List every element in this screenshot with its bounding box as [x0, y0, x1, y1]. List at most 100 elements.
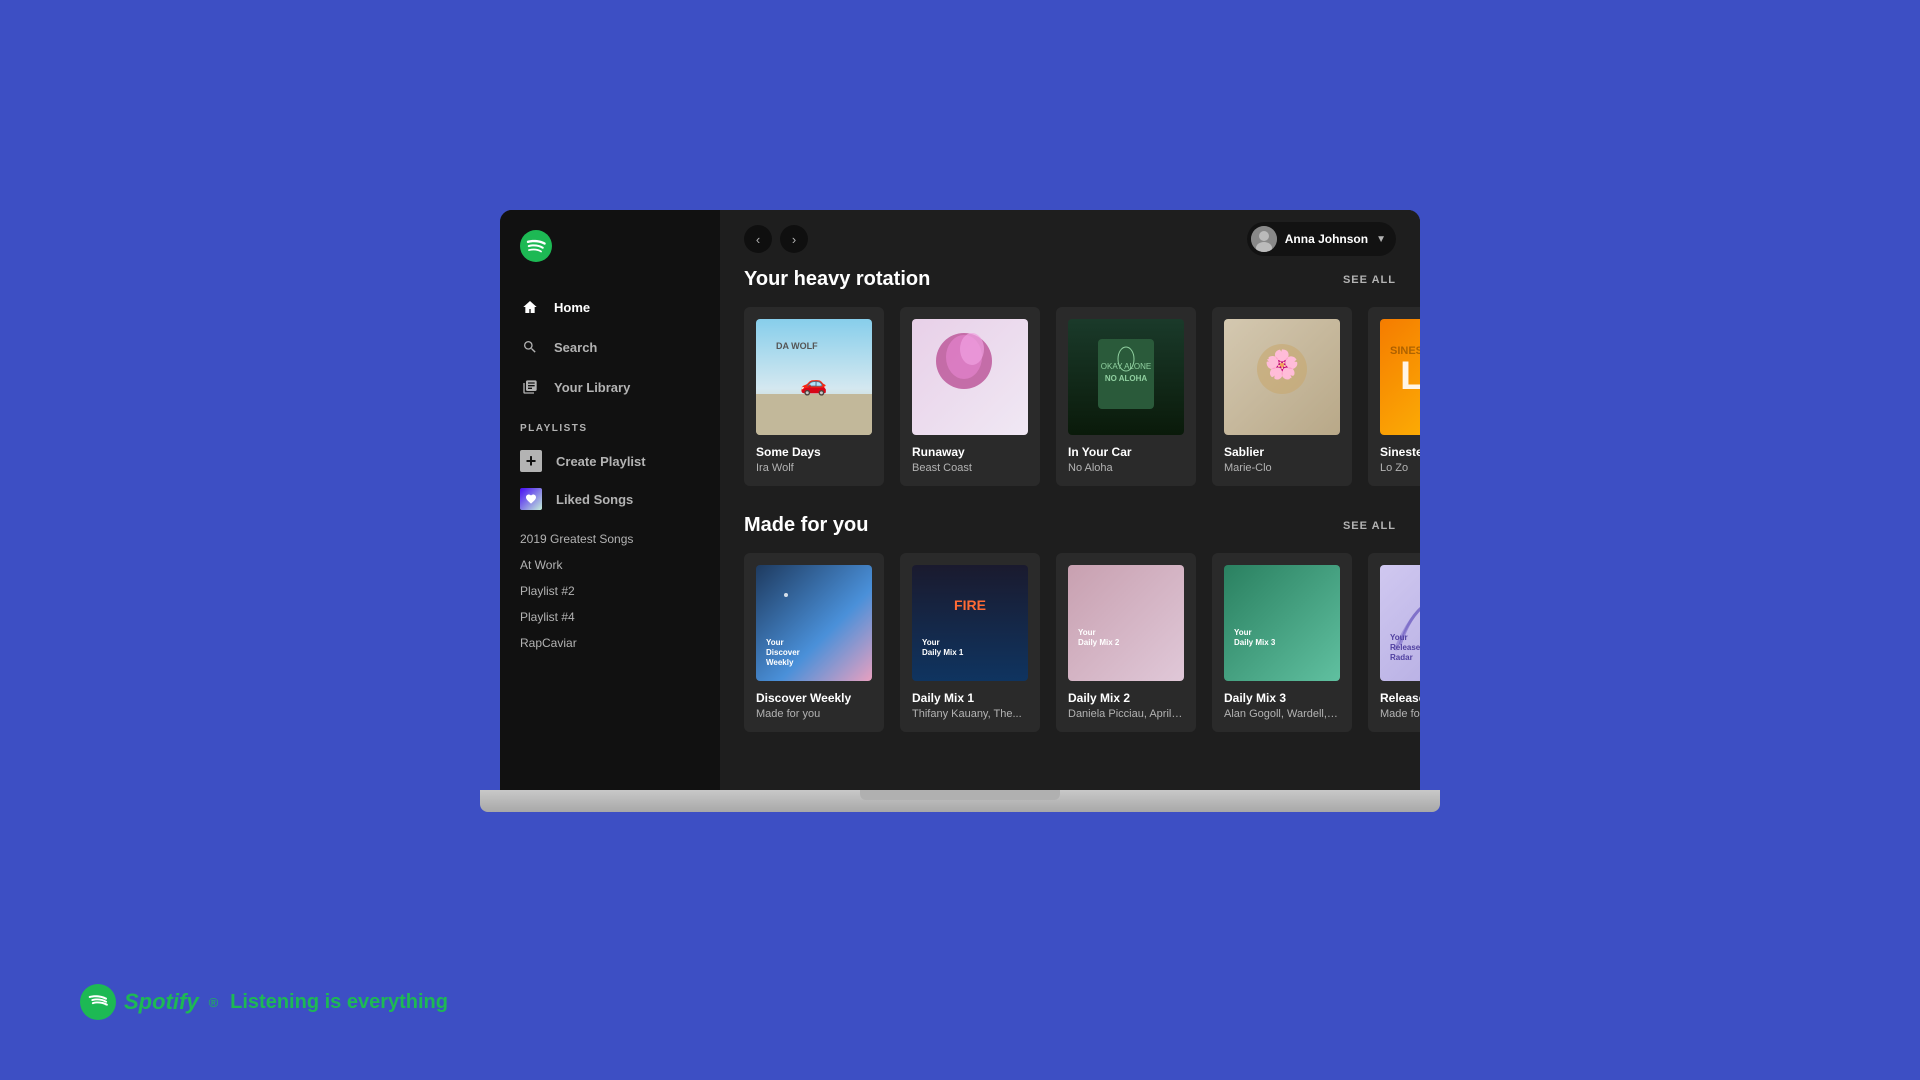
sidebar-logo — [500, 230, 720, 287]
plus-icon: + — [520, 450, 542, 472]
made-for-you-cards: Your Discover Weekly Discover Weekly Mad… — [744, 553, 1396, 732]
card-subtitle-some-days: Ira Wolf — [756, 462, 872, 474]
sidebar: Home Search Your L — [500, 210, 720, 790]
card-title-release-radar: Release Radar — [1380, 691, 1420, 705]
card-image-in-your-car: NO ALOHA OKAY ALONE — [1068, 319, 1184, 435]
create-playlist-label: Create Playlist — [556, 454, 646, 469]
back-button[interactable]: ‹ — [744, 225, 772, 253]
svg-text:Release: Release — [1390, 643, 1420, 652]
avatar — [1251, 226, 1277, 252]
user-profile-button[interactable]: Anna Johnson ▼ — [1247, 222, 1396, 256]
made-for-you-header: Made for you SEE ALL — [744, 514, 1396, 537]
card-discover-weekly[interactable]: Your Discover Weekly Discover Weekly Mad… — [744, 553, 884, 732]
svg-text:NO ALOHA: NO ALOHA — [1105, 374, 1148, 383]
svg-text:Your: Your — [1390, 633, 1408, 642]
card-subtitle-daily-mix-3: Alan Gogoll, Wardell, Cli... — [1224, 708, 1340, 720]
search-icon — [520, 337, 540, 357]
sidebar-item-home[interactable]: Home — [500, 287, 720, 327]
spotify-tagline: Listening is everything — [230, 991, 448, 1014]
card-title-daily-mix-1: Daily Mix 1 — [912, 691, 1028, 705]
svg-text:Discover: Discover — [766, 648, 800, 657]
card-subtitle-daily-mix-1: Thifany Kauany, The... — [912, 708, 1028, 720]
card-title-runaway: Runaway — [912, 445, 1028, 459]
card-subtitle-runaway: Beast Coast — [912, 462, 1028, 474]
playlist-item-4[interactable]: Playlist #4 — [500, 604, 720, 630]
svg-text:FIRE: FIRE — [954, 597, 986, 613]
sidebar-item-library[interactable]: Your Library — [500, 367, 720, 407]
card-daily-mix-3[interactable]: Your Daily Mix 3 Daily Mix 3 Alan Gogoll… — [1212, 553, 1352, 732]
card-title-discover-weekly: Discover Weekly — [756, 691, 872, 705]
card-daily-mix-1[interactable]: FIRE Your Daily Mix 1 Daily Mix 1 Thifan… — [900, 553, 1040, 732]
sidebar-home-label: Home — [554, 300, 590, 315]
made-for-you-see-all[interactable]: SEE ALL — [1343, 520, 1396, 532]
card-title-some-days: Some Days — [756, 445, 872, 459]
card-image-some-days: 🚗 DA WOLF — [756, 319, 872, 435]
spotify-wordmark: Spotify — [124, 989, 199, 1015]
made-for-you-section: Made for you SEE ALL — [744, 514, 1396, 732]
content-area: Your heavy rotation SEE ALL — [720, 268, 1420, 790]
liked-songs-label: Liked Songs — [556, 492, 633, 507]
playlist-item-work[interactable]: At Work — [500, 552, 720, 578]
svg-text:Weekly: Weekly — [766, 658, 794, 667]
card-image-sablier: 🌸 — [1224, 319, 1340, 435]
playlist-item-2019[interactable]: 2019 Greatest Songs — [500, 526, 720, 552]
svg-text:DA WOLF: DA WOLF — [776, 341, 818, 351]
svg-text:Your: Your — [1234, 628, 1252, 637]
svg-text:Lo: Lo — [1400, 354, 1420, 398]
laptop-notch — [860, 790, 1060, 800]
card-subtitle-daily-mix-2: Daniela Picciau, April, Be... — [1068, 708, 1184, 720]
svg-text:🚗: 🚗 — [800, 371, 827, 396]
main-content: ‹ › Anna Johnson ▼ — [720, 210, 1420, 790]
card-sablier[interactable]: 🌸 Sablier Marie-Clo — [1212, 307, 1352, 486]
made-for-you-title: Made for you — [744, 514, 868, 537]
liked-songs-button[interactable]: Liked Songs — [500, 480, 720, 518]
card-some-days[interactable]: 🚗 DA WOLF Some Days Ira Wolf — [744, 307, 884, 486]
card-subtitle-in-your-car: No Aloha — [1068, 462, 1184, 474]
card-daily-mix-2[interactable]: Your Daily Mix 2 Daily Mix 2 Daniela Pic… — [1056, 553, 1196, 732]
bottom-branding: Spotify ® Listening is everything — [80, 984, 448, 1020]
svg-text:Your: Your — [1078, 628, 1096, 637]
heart-icon — [520, 488, 542, 510]
home-icon — [520, 297, 540, 317]
svg-text:OKAY ALONE: OKAY ALONE — [1101, 362, 1151, 371]
sidebar-item-search[interactable]: Search — [500, 327, 720, 367]
card-image-release-radar: Your Release Radar — [1380, 565, 1420, 681]
registered-mark: ® — [209, 995, 219, 1010]
playlist-item-2[interactable]: Playlist #2 — [500, 578, 720, 604]
heavy-rotation-title: Your heavy rotation — [744, 268, 930, 291]
sidebar-navigation: Home Search Your L — [500, 287, 720, 407]
library-icon — [520, 377, 540, 397]
card-title-sinestesia: Sinestesia — [1380, 445, 1420, 459]
create-playlist-button[interactable]: + Create Playlist — [500, 442, 720, 480]
card-subtitle-sablier: Marie-Clo — [1224, 462, 1340, 474]
sidebar-library-label: Your Library — [554, 380, 630, 395]
svg-text:🌸: 🌸 — [1265, 348, 1300, 381]
playlists-section-title: PLAYLISTS — [500, 407, 720, 442]
card-subtitle-release-radar: Made for you — [1380, 708, 1420, 720]
card-sinestesia[interactable]: SINESTESIA Lo Zo Sinestesia Lo Zo — [1368, 307, 1420, 486]
user-name: Anna Johnson — [1285, 232, 1368, 246]
heavy-rotation-see-all[interactable]: SEE ALL — [1343, 274, 1396, 286]
forward-button[interactable]: › — [780, 225, 808, 253]
navigation-arrows: ‹ › — [744, 225, 808, 253]
top-bar: ‹ › Anna Johnson ▼ — [720, 210, 1420, 268]
card-title-daily-mix-2: Daily Mix 2 — [1068, 691, 1184, 705]
card-subtitle-discover-weekly: Made for you — [756, 708, 872, 720]
playlist-item-rapcaviar[interactable]: RapCaviar — [500, 630, 720, 656]
card-in-your-car[interactable]: NO ALOHA OKAY ALONE In Your Car No Aloha — [1056, 307, 1196, 486]
card-subtitle-sinestesia: Lo Zo — [1380, 462, 1420, 474]
card-runaway[interactable]: Runaway Beast Coast — [900, 307, 1040, 486]
heavy-rotation-section: Your heavy rotation SEE ALL — [744, 268, 1396, 486]
svg-text:Daily Mix 2: Daily Mix 2 — [1078, 638, 1120, 647]
laptop-base — [480, 790, 1440, 812]
card-release-radar[interactable]: Your Release Radar Release Radar Made fo… — [1368, 553, 1420, 732]
svg-text:Your: Your — [922, 638, 940, 647]
card-image-daily-mix-3: Your Daily Mix 3 — [1224, 565, 1340, 681]
heavy-rotation-header: Your heavy rotation SEE ALL — [744, 268, 1396, 291]
spotify-logo: Spotify ® — [80, 984, 218, 1020]
card-image-sinestesia: SINESTESIA Lo Zo — [1380, 319, 1420, 435]
heavy-rotation-cards: 🚗 DA WOLF Some Days Ira Wolf — [744, 307, 1396, 486]
svg-text:Radar: Radar — [1390, 653, 1413, 662]
playlist-list: 2019 Greatest Songs At Work Playlist #2 … — [500, 526, 720, 656]
card-title-daily-mix-3: Daily Mix 3 — [1224, 691, 1340, 705]
